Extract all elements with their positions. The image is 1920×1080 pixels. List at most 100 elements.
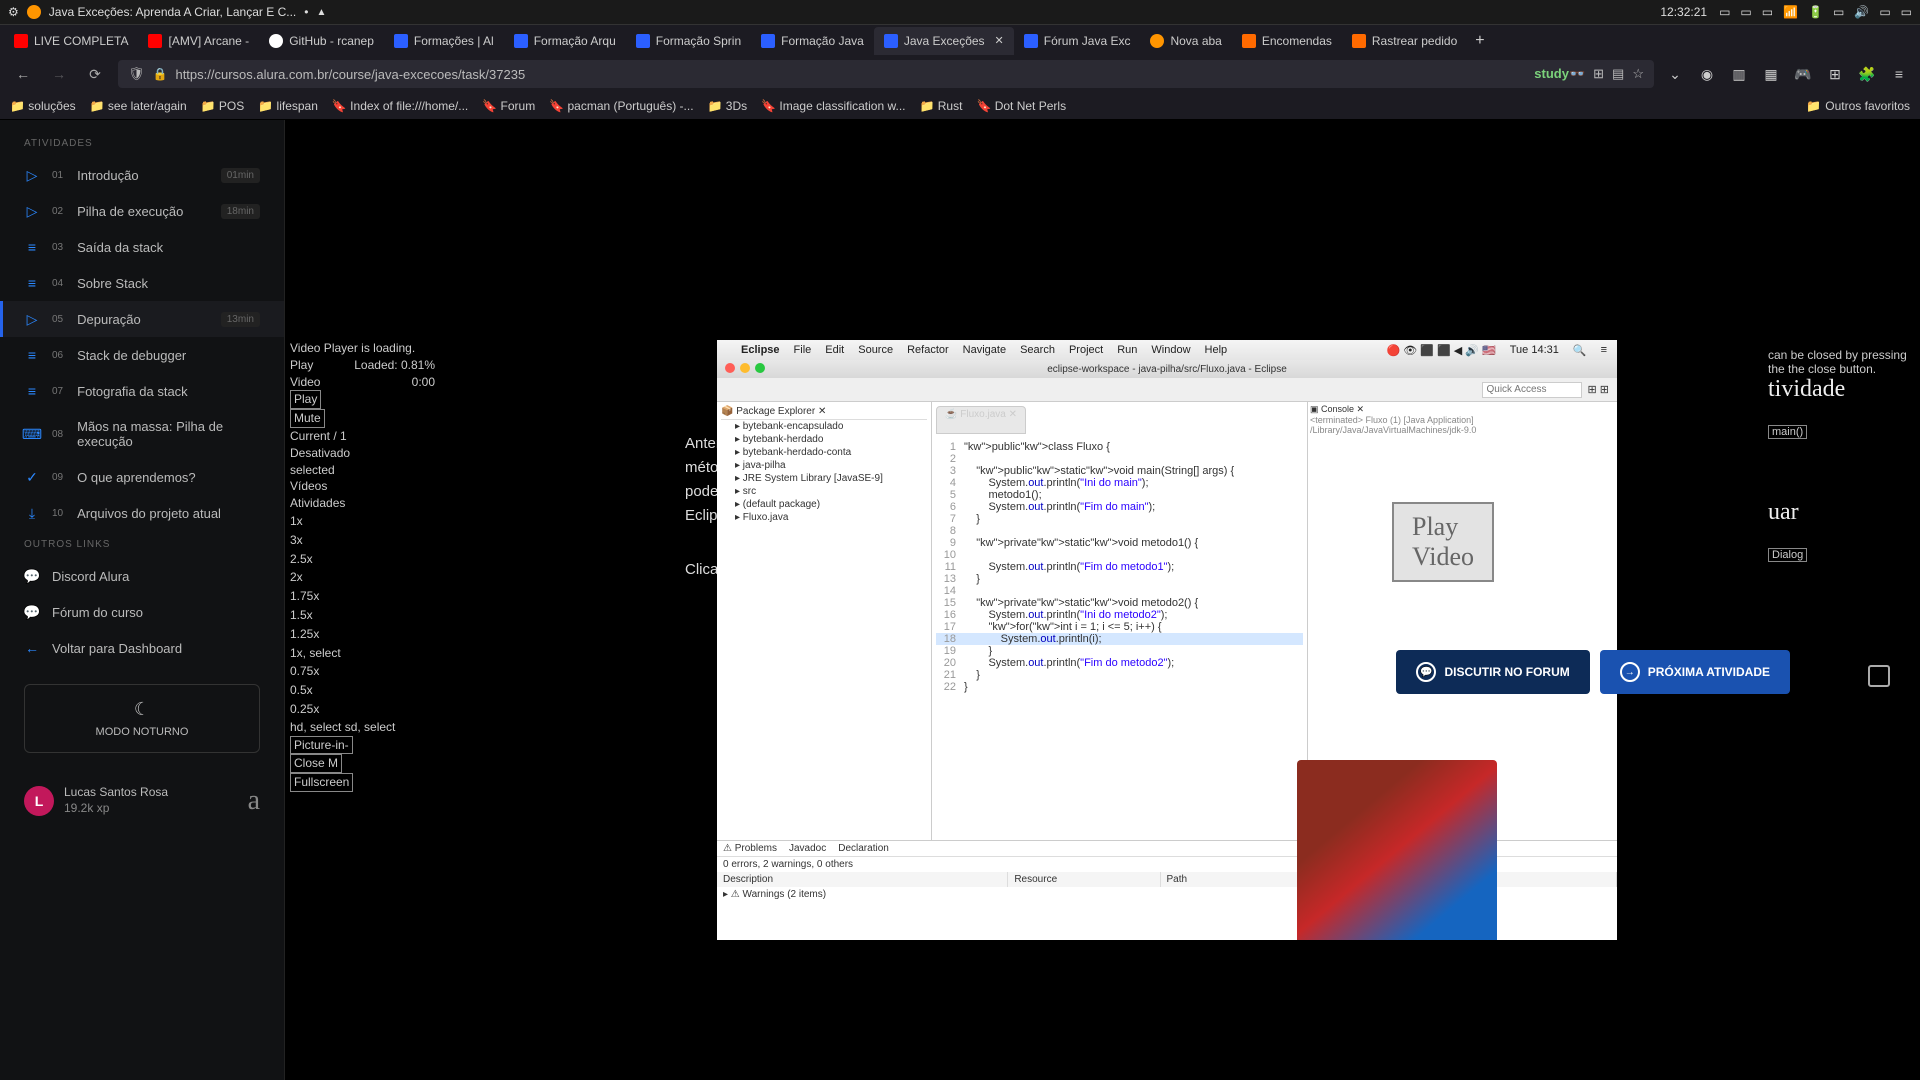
play-button[interactable]: Play [290,390,321,409]
playback-rate[interactable]: 1.5x [290,606,435,625]
sidebar-activity[interactable]: ✓09O que aprendemos? [0,459,284,495]
battery-icon[interactable]: 🔋 [1808,5,1823,19]
browser-tab[interactable]: Formações | Al [384,27,504,55]
sidebar-activity[interactable]: ▷05Depuração13min [0,301,284,337]
code-line[interactable]: 20 System.out.println("Fim do metodo2"); [936,657,1303,669]
new-tab-button[interactable]: + [1467,32,1492,50]
close-icon[interactable]: ✕ [995,34,1004,47]
editor-tab[interactable]: ☕ Fluxo.java ✕ [936,406,1026,434]
bookmark-item[interactable]: 🔖 Dot Net Perls [976,99,1066,113]
code-line[interactable]: 8 [936,525,1303,537]
back-button[interactable]: ← [10,61,36,87]
bookmark-item[interactable]: 🔖 pacman (Português) -... [549,99,693,113]
pip-toggle[interactable] [1868,665,1890,687]
browser-tab[interactable]: Java Exceções✕ [874,27,1014,55]
code-line[interactable]: 3 "kw">public "kw">static "kw">void main… [936,465,1303,477]
code-line[interactable]: 14 [936,585,1303,597]
code-line[interactable]: 18 System.out.println(i); [936,633,1303,645]
close-button[interactable]: Close M [290,754,342,773]
browser-tab[interactable]: Formação Java [751,27,874,55]
sidebar-activity[interactable]: ≡04Sobre Stack [0,265,284,301]
code-line[interactable]: 11 System.out.println("Fim do metodo1"); [936,561,1303,573]
code-line[interactable]: 6 System.out.println("Fim do main"); [936,501,1303,513]
discuss-forum-button[interactable]: 💬 DISCUTIR NO FORUM [1396,650,1589,694]
panel-tab[interactable]: ⚠ Problems [723,843,777,854]
menu-item[interactable]: Navigate [963,344,1006,356]
code-line[interactable]: 5 metodo1(); [936,489,1303,501]
fullscreen-button[interactable]: Fullscreen [290,773,353,792]
browser-tab[interactable]: Fórum Java Exc [1014,27,1141,55]
code-editor[interactable]: ☕ Fluxo.java ✕ 1"kw">public "kw">class F… [932,402,1307,840]
playback-rate[interactable]: 0.5x [290,681,435,700]
tray-icon[interactable]: ▭ [1740,5,1751,19]
menu-item[interactable]: Search [1020,344,1055,356]
lock-icon[interactable]: 🔒 [153,67,168,81]
browser-tab[interactable]: [AMV] Arcane - [138,27,259,55]
tree-node[interactable]: ▸ JRE System Library [JavaSE-9] [721,472,927,485]
code-line[interactable]: 7 } [936,513,1303,525]
column-header[interactable]: Description [717,872,1008,887]
sidebar-link[interactable]: ←Voltar para Dashboard [0,630,284,666]
panel-tab[interactable]: Javadoc [789,843,826,854]
panel-tab[interactable]: Declaration [838,843,889,854]
qr-icon[interactable]: ⊞ [1593,66,1604,82]
code-line[interactable]: 1"kw">public "kw">class Fluxo { [936,441,1303,453]
code-line[interactable]: 21 } [936,669,1303,681]
package-explorer[interactable]: 📦 Package Explorer ✕ ▸ bytebank-encapsul… [717,402,932,840]
mute-button[interactable]: Mute [290,409,325,428]
code-line[interactable]: 4 System.out.println("Ini do main"); [936,477,1303,489]
sidebar-activity[interactable]: ≡06Stack de debugger [0,337,284,373]
playback-rate[interactable]: 1.25x [290,625,435,644]
reload-button[interactable]: ⟳ [82,61,108,87]
tree-node[interactable]: ▸ Fluxo.java [721,511,927,524]
column-header[interactable]: Path [1161,872,1313,887]
tray-icon[interactable]: ▭ [1879,5,1890,19]
code-line[interactable]: 13 } [936,573,1303,585]
bookmark-item[interactable]: 📁 soluções [10,99,76,113]
bookmark-item[interactable]: 📁 Rust [919,99,962,113]
address-field[interactable]: 🛡 🔒 https://cursos.alura.com.br/course/j… [118,60,1654,88]
extension-icon[interactable]: ⊞ [1824,63,1846,85]
menu-item[interactable]: Refactor [907,344,949,356]
extension-icon[interactable]: 🎮 [1792,63,1814,85]
code-line[interactable]: 16 System.out.println("Ini do metodo2"); [936,609,1303,621]
menu-item[interactable]: Eclipse [741,344,780,356]
code-line[interactable]: 15 "kw">private "kw">static "kw">void me… [936,597,1303,609]
menu-item[interactable]: Edit [825,344,844,356]
user-panel[interactable]: L Lucas Santos Rosa 19.2k xp a [0,771,284,831]
menu-item[interactable]: Project [1069,344,1103,356]
pocket-icon[interactable]: ⌄ [1664,63,1686,85]
other-bookmarks[interactable]: 📁 Outros favoritos [1806,99,1910,113]
playback-rate[interactable]: 1x [290,512,435,531]
extensions-icon[interactable]: 🧩 [1856,63,1878,85]
menu-icon[interactable]: ≡ [1888,63,1910,85]
browser-tab[interactable]: Nova aba [1140,27,1231,55]
window-menu-icon[interactable]: ▲ [316,7,326,18]
search-icon[interactable]: 🔍 [1573,344,1587,357]
menu-icon[interactable]: ≡ [1601,344,1607,356]
wifi-icon[interactable]: 📶 [1783,5,1798,19]
sidebar-activity[interactable]: ≡03Saída da stack [0,229,284,265]
bookmark-item[interactable]: 🔖 Image classification w... [761,99,905,113]
menu-item[interactable]: Source [858,344,893,356]
browser-tab[interactable]: GitHub - rcanep [259,27,384,55]
eclipse-toolbar[interactable]: ⊞ ⊞ [717,378,1617,402]
playback-rate[interactable]: 3x [290,531,435,550]
sidebar-activity[interactable]: ≡07Fotografia da stack [0,373,284,409]
shield-icon[interactable]: 🛡 [128,66,145,82]
tray-icon[interactable]: ▭ [1833,5,1844,19]
bookmark-item[interactable]: 📁 POS [201,99,245,113]
extension-icon[interactable]: ◉ [1696,63,1718,85]
sidebar-icon[interactable]: ▥ [1728,63,1750,85]
tree-node[interactable]: ▸ (default package) [721,498,927,511]
code-line[interactable]: 9 "kw">private "kw">static "kw">void met… [936,537,1303,549]
tray-icon[interactable]: ▭ [1719,5,1730,19]
bookmark-item[interactable]: 🔖 Index of file:///home/... [332,99,468,113]
browser-tab[interactable]: LIVE COMPLETA [4,27,138,55]
sidebar-link[interactable]: 💬Discord Alura [0,558,284,594]
bookmark-star-icon[interactable]: ☆ [1632,66,1644,82]
playback-rate[interactable]: 2x [290,568,435,587]
browser-tab[interactable]: Formação Arqu [504,27,626,55]
sidebar-activity[interactable]: ▷01Introdução01min [0,157,284,193]
code-line[interactable]: 10 [936,549,1303,561]
